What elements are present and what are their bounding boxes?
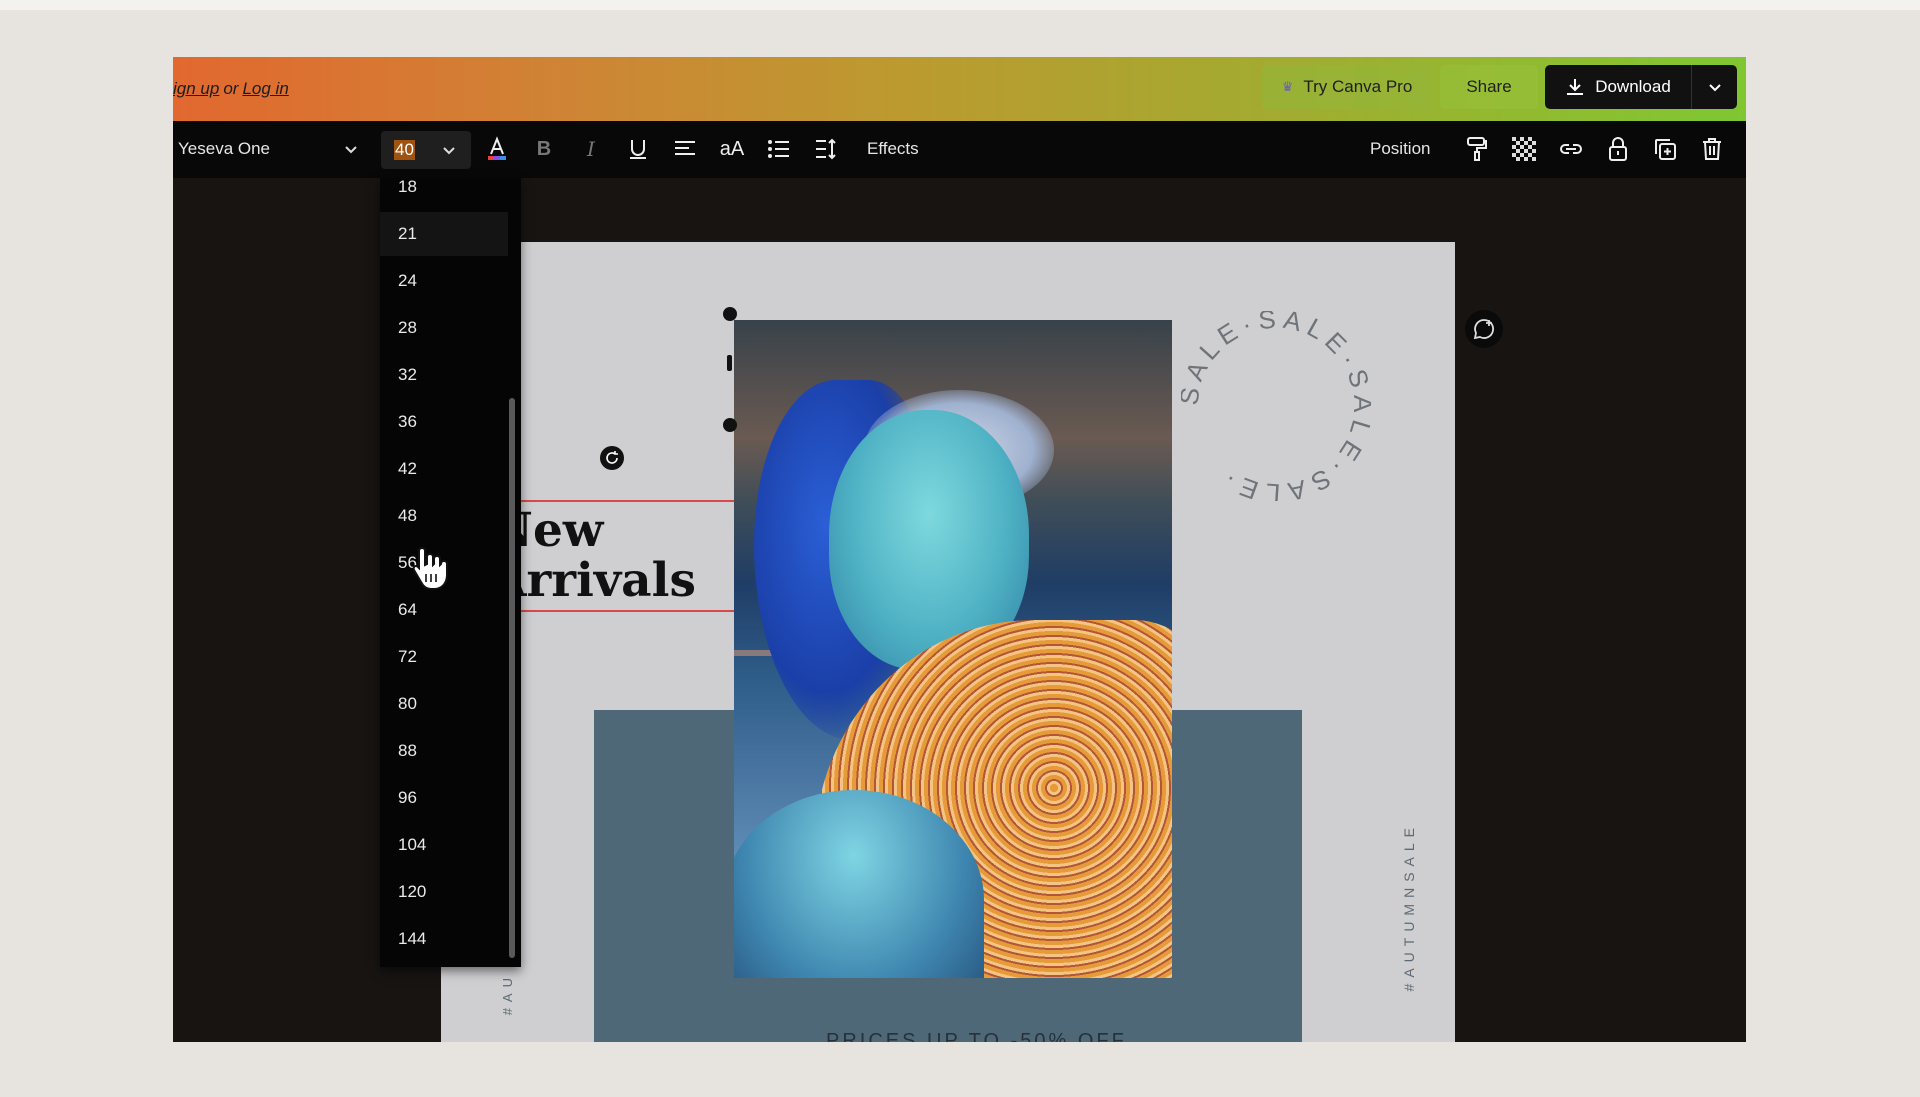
vertical-hashtag-left[interactable]: #AU bbox=[500, 972, 515, 1015]
hand-pointer-cursor bbox=[412, 546, 448, 590]
trash-icon[interactable] bbox=[1697, 134, 1727, 164]
align-left-icon[interactable] bbox=[670, 134, 700, 164]
font-size-option-72[interactable]: 72 bbox=[380, 635, 508, 679]
font-size-option-48[interactable]: 48 bbox=[380, 494, 508, 538]
resize-handle-bottom-right[interactable] bbox=[723, 418, 737, 432]
share-label: Share bbox=[1466, 77, 1512, 96]
headline-line-2: Arrivals bbox=[501, 553, 696, 608]
font-size-input[interactable]: 40 bbox=[381, 131, 471, 169]
headline-text-box[interactable]: New Arrivals bbox=[501, 500, 744, 612]
text-color-icon[interactable] bbox=[482, 134, 512, 164]
dropdown-scrollbar[interactable] bbox=[509, 398, 515, 958]
window-top-edge bbox=[0, 0, 1920, 10]
font-size-option-24[interactable]: 24 bbox=[380, 259, 508, 303]
font-size-option-18[interactable]: 18 bbox=[380, 178, 508, 209]
share-button[interactable]: Share bbox=[1440, 65, 1538, 109]
font-size-option-104[interactable]: 104 bbox=[380, 823, 508, 867]
effects-button[interactable]: Effects bbox=[867, 139, 919, 159]
sale-ring-text[interactable]: SALE·SALE·SALE·SALE· bbox=[1181, 311, 1371, 501]
bold-icon[interactable]: B bbox=[529, 134, 559, 164]
prices-text[interactable]: PRICES UP TO -50% OFF bbox=[826, 1030, 1127, 1042]
font-size-option-96[interactable]: 96 bbox=[380, 776, 508, 820]
rotate-icon bbox=[606, 451, 618, 464]
chevron-down-icon[interactable] bbox=[343, 141, 359, 157]
font-size-dropdown[interactable]: 18 21 24 28 32 36 42 48 56 64 72 80 88 96 104 120 144 bbox=[380, 178, 521, 967]
chevron-down-icon[interactable] bbox=[441, 142, 457, 158]
top-header: ign up or Log in ♛ Try Canva Pro Share Dow… bbox=[173, 57, 1746, 121]
sign-up-link[interactable]: ign up bbox=[173, 79, 219, 98]
font-size-option-88[interactable]: 88 bbox=[380, 729, 508, 773]
auth-or-text: or bbox=[223, 79, 239, 98]
font-size-option-120[interactable]: 120 bbox=[380, 870, 508, 914]
font-size-option-64[interactable]: 64 bbox=[380, 588, 508, 632]
chevron-down-icon bbox=[1708, 84, 1721, 92]
try-canva-pro-button[interactable]: ♛ Try Canva Pro bbox=[1262, 65, 1432, 109]
try-canva-pro-label: Try Canva Pro bbox=[1303, 77, 1413, 96]
line-spacing-icon[interactable] bbox=[811, 134, 841, 164]
download-icon bbox=[1567, 79, 1584, 95]
transparency-icon[interactable] bbox=[1509, 134, 1539, 164]
font-size-option-80[interactable]: 80 bbox=[380, 682, 508, 726]
font-size-option-32[interactable]: 32 bbox=[380, 353, 508, 397]
font-size-option-36[interactable]: 36 bbox=[380, 400, 508, 444]
paint-roller-icon[interactable] bbox=[1462, 134, 1492, 164]
font-size-option-144[interactable]: 144 bbox=[380, 917, 508, 961]
add-comment-button[interactable] bbox=[1465, 310, 1503, 348]
log-in-link[interactable]: Log in bbox=[242, 79, 288, 98]
resize-handle-side[interactable] bbox=[727, 355, 732, 371]
text-toolbar: Yeseva One 40 B I aA Effects Position bbox=[173, 121, 1746, 178]
lock-icon[interactable] bbox=[1603, 134, 1633, 164]
comment-add-icon bbox=[1473, 319, 1495, 340]
vertical-hashtag-right[interactable]: #AUTUMNSALE bbox=[1401, 822, 1417, 991]
font-size-option-42[interactable]: 42 bbox=[380, 447, 508, 491]
font-size-value: 40 bbox=[394, 140, 415, 160]
font-size-option-21[interactable]: 21 bbox=[380, 212, 508, 256]
letter-case-icon[interactable]: aA bbox=[717, 134, 747, 164]
italic-icon[interactable]: I bbox=[576, 134, 606, 164]
font-family-select[interactable]: Yeseva One bbox=[178, 139, 270, 159]
canva-editor: ign up or Log in ♛ Try Canva Pro Share Dow… bbox=[173, 57, 1746, 1042]
download-options-button[interactable] bbox=[1691, 65, 1737, 109]
auth-links: ign up or Log in bbox=[173, 79, 289, 99]
position-button[interactable]: Position bbox=[1370, 139, 1430, 159]
bullet-list-icon[interactable] bbox=[764, 134, 794, 164]
link-icon[interactable] bbox=[1556, 134, 1586, 164]
rotate-handle[interactable] bbox=[600, 446, 624, 470]
download-button[interactable]: Download bbox=[1545, 65, 1691, 109]
duplicate-icon[interactable] bbox=[1650, 134, 1680, 164]
crown-icon: ♛ bbox=[1281, 79, 1294, 94]
model-photo[interactable] bbox=[734, 320, 1172, 978]
font-size-option-28[interactable]: 28 bbox=[380, 306, 508, 350]
svg-text:SALE·SALE·SALE·SALE·: SALE·SALE·SALE·SALE· bbox=[1181, 311, 1371, 501]
resize-handle-top-right[interactable] bbox=[723, 307, 737, 321]
download-label: Download bbox=[1595, 77, 1671, 96]
underline-icon[interactable] bbox=[623, 134, 653, 164]
